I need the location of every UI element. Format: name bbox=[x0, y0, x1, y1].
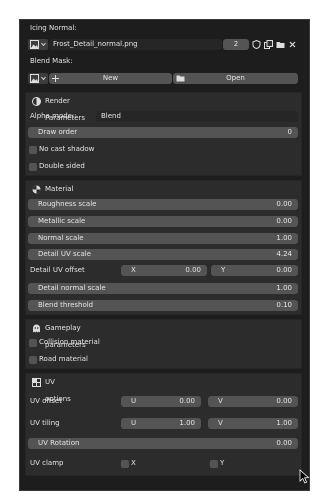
uv-offset-v-field[interactable]: V 0.00 bbox=[208, 396, 298, 407]
normal-scale-label: Normal scale bbox=[38, 234, 84, 242]
normal-scale-value: 1.00 bbox=[276, 234, 292, 242]
icing-normal-filename-field[interactable]: Frost_Detail_normal.png bbox=[49, 39, 222, 50]
uv-tiling-label: UV tiling bbox=[30, 419, 60, 427]
normal-scale-field[interactable]: Normal scale 1.00 bbox=[28, 233, 298, 244]
open-image-button[interactable]: Open bbox=[173, 73, 298, 84]
icing-normal-image-selector[interactable] bbox=[28, 39, 48, 50]
alpha-mode-value: Blend bbox=[101, 112, 121, 120]
blend-mask-image-selector[interactable] bbox=[28, 73, 48, 84]
detail-normal-scale-field[interactable]: Detail normal scale 1.00 bbox=[28, 283, 298, 294]
uv-clamp-x-label: X bbox=[131, 459, 136, 467]
alpha-mode-label: Alpha mode:: bbox=[30, 112, 77, 120]
detail-uv-scale-field[interactable]: Detail UV scale 4.24 bbox=[28, 249, 298, 260]
detail-uv-offset-x-label: X bbox=[131, 266, 136, 274]
uv-offset-u-label: U bbox=[131, 397, 137, 405]
roughness-scale-value: 0.00 bbox=[276, 200, 292, 208]
material-icon bbox=[32, 185, 41, 194]
blend-threshold-value: 0.10 bbox=[276, 301, 292, 309]
folder-icon[interactable] bbox=[276, 40, 285, 49]
image-icon bbox=[30, 74, 39, 83]
uv-tiling-u-label: U bbox=[131, 419, 137, 427]
detail-uv-offset-label: Detail UV offset bbox=[30, 266, 85, 274]
draw-order-label: Draw order bbox=[38, 128, 78, 136]
road-material-label: Road material bbox=[39, 355, 89, 363]
detail-uv-scale-label: Detail UV scale bbox=[38, 250, 92, 258]
ghost-icon bbox=[33, 324, 40, 333]
new-label: New bbox=[102, 74, 119, 82]
chevron-down-icon bbox=[41, 76, 46, 81]
uv-rotation-value: 0.00 bbox=[276, 439, 292, 447]
new-image-button[interactable]: New bbox=[49, 73, 172, 84]
users-count[interactable]: 2 bbox=[223, 39, 249, 50]
double-sided-checkbox[interactable] bbox=[29, 163, 37, 171]
blend-threshold-label: Blend threshold bbox=[38, 301, 94, 309]
icing-normal-label: Icing Normal: bbox=[30, 24, 77, 32]
detail-uv-offset-x-field[interactable]: X 0.00 bbox=[121, 265, 207, 276]
uv-tiling-u-field[interactable]: U 1.00 bbox=[121, 418, 201, 429]
metallic-scale-label: Metallic scale bbox=[38, 217, 86, 225]
no-cast-shadow-checkbox[interactable] bbox=[29, 146, 37, 154]
chevron-down-icon bbox=[41, 42, 46, 47]
render-parameters-title: Render Parameters bbox=[45, 97, 86, 122]
uv-clamp-y-checkbox[interactable] bbox=[210, 460, 218, 468]
no-cast-shadow-label: No cast shadow bbox=[39, 145, 95, 153]
detail-uv-scale-value: 4.24 bbox=[276, 250, 292, 258]
blend-mask-label: Blend Mask: bbox=[30, 57, 73, 65]
collision-material-label: Collision material bbox=[39, 338, 100, 346]
shield-icon[interactable] bbox=[252, 40, 261, 49]
uv-offset-u-value: 0.00 bbox=[179, 397, 195, 405]
uv-tiling-u-value: 1.00 bbox=[179, 419, 195, 427]
uv-rotation-field[interactable]: UV Rotation 0.00 bbox=[28, 438, 298, 449]
duplicate-icon[interactable] bbox=[264, 40, 273, 49]
uv-grid-icon bbox=[32, 378, 41, 387]
uv-tiling-v-value: 1.00 bbox=[276, 419, 292, 427]
uv-rotation-label: UV Rotation bbox=[38, 439, 80, 447]
blend-threshold-field[interactable]: Blend threshold 0.10 bbox=[28, 300, 298, 311]
render-icon bbox=[32, 97, 41, 106]
metallic-scale-value: 0.00 bbox=[276, 217, 292, 225]
uv-offset-label: UV offset bbox=[30, 397, 62, 405]
uv-offset-v-label: V bbox=[218, 397, 223, 405]
gameplay-parameters-title: Gameplay parameters bbox=[45, 324, 86, 349]
detail-uv-offset-y-value: 0.00 bbox=[276, 266, 292, 274]
road-material-checkbox[interactable] bbox=[29, 356, 37, 364]
uv-offset-v-value: 0.00 bbox=[276, 397, 292, 405]
detail-uv-offset-y-field[interactable]: Y 0.00 bbox=[211, 265, 298, 276]
uv-clamp-x-checkbox[interactable] bbox=[121, 460, 129, 468]
draw-order-value: 0 bbox=[287, 128, 292, 136]
uv-clamp-label: UV clamp bbox=[30, 459, 64, 467]
image-icon bbox=[30, 40, 39, 49]
double-sided-label: Double sided bbox=[39, 162, 85, 170]
open-label: Open bbox=[226, 74, 245, 82]
detail-uv-offset-x-value: 0.00 bbox=[185, 266, 201, 274]
detail-uv-offset-y-label: Y bbox=[221, 266, 226, 274]
metallic-scale-field[interactable]: Metallic scale 0.00 bbox=[28, 216, 298, 227]
draw-order-field[interactable]: Draw order 0 bbox=[28, 127, 298, 138]
collision-material-checkbox[interactable] bbox=[29, 339, 37, 347]
icing-normal-filename: Frost_Detail_normal.png bbox=[53, 40, 138, 48]
roughness-scale-field[interactable]: Roughness scale 0.00 bbox=[28, 199, 298, 210]
mouse-cursor-icon bbox=[299, 469, 310, 484]
alpha-mode-dropdown[interactable]: Blend bbox=[96, 111, 298, 122]
uv-offset-u-field[interactable]: U 0.00 bbox=[121, 396, 201, 407]
uv-tiling-v-field[interactable]: V 1.00 bbox=[208, 418, 298, 429]
detail-normal-scale-value: 1.00 bbox=[276, 284, 292, 292]
close-icon[interactable] bbox=[289, 41, 296, 48]
detail-normal-scale-label: Detail normal scale bbox=[38, 284, 106, 292]
uv-clamp-y-label: Y bbox=[220, 459, 225, 467]
roughness-scale-label: Roughness scale bbox=[38, 200, 97, 208]
uv-tiling-v-label: V bbox=[218, 419, 223, 427]
